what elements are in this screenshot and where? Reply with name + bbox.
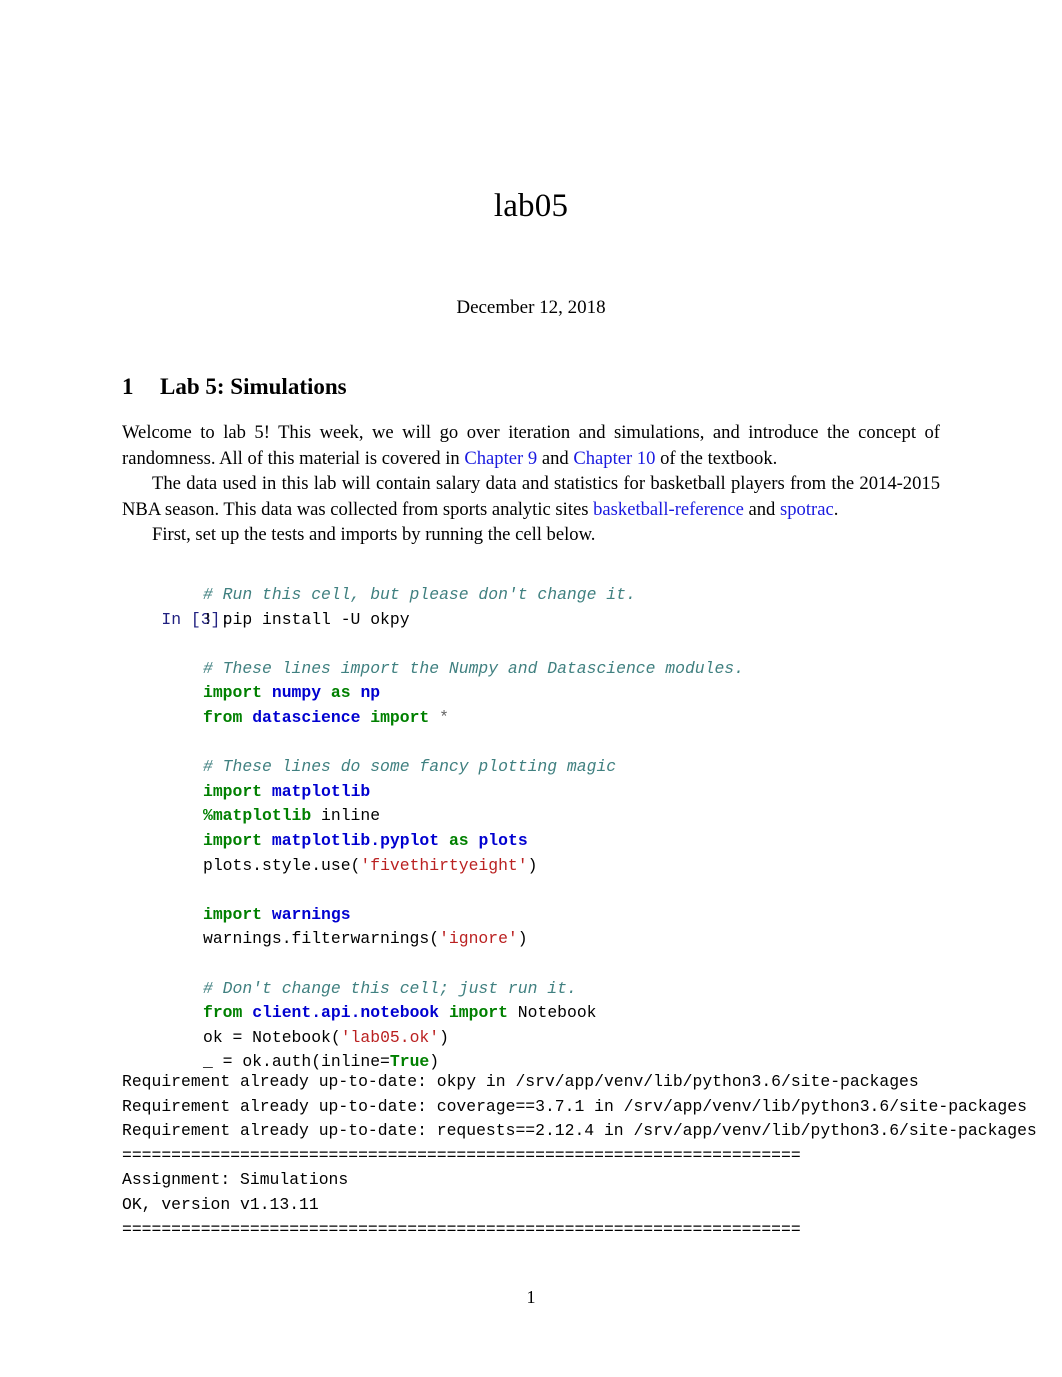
code-token-plain: ) xyxy=(429,1052,440,1072)
link-spotrac[interactable]: spotrac xyxy=(780,499,834,520)
document-date: December 12, 2018 xyxy=(456,297,606,318)
code-token-plain: ) xyxy=(517,929,528,949)
code-line: %matplotlib inline xyxy=(203,804,744,829)
output-line: Assignment: Simulations xyxy=(122,1170,349,1190)
paragraph-data-description: The data used in this lab will contain s… xyxy=(122,471,940,522)
output-line: OK, version v1.13.11 xyxy=(122,1194,319,1214)
output-line: Requirement already up-to-date: coverage… xyxy=(122,1096,1027,1116)
code-cell-output: Requirement already up-to-date: okpy in … xyxy=(122,1070,1062,1242)
code-token-plain: _ = ok.auth(inline= xyxy=(203,1052,390,1072)
code-token-plain: Notebook xyxy=(507,1003,597,1023)
code-token-mod: matplotlib.pyplot xyxy=(271,830,440,850)
code-line: # These lines import the Numpy and Datas… xyxy=(203,657,744,682)
code-token-comment: # These lines do some fancy plotting mag… xyxy=(203,757,617,777)
code-token-kw: import xyxy=(370,707,430,727)
code-token-comment: # These lines import the Numpy and Datas… xyxy=(203,658,744,678)
code-token-str: 'fivethirtyeight' xyxy=(360,855,528,875)
paragraph-data-text-b: and xyxy=(743,498,780,520)
output-line: ========================================… xyxy=(122,1145,801,1165)
code-token-kw: import xyxy=(203,781,263,801)
section-heading: 1 Lab 5: Simulations xyxy=(122,372,347,402)
code-token-kw: import xyxy=(203,904,263,924)
code-token-plain: ) xyxy=(439,1027,449,1047)
code-line: # Run this cell, but please don't change… xyxy=(203,583,744,608)
code-token-mod: np xyxy=(360,683,381,703)
code-line: from datascience import * xyxy=(203,706,744,731)
code-line: # Don't change this cell; just run it. xyxy=(203,977,744,1002)
code-token-comment: # Don't change this cell; just run it. xyxy=(203,978,577,998)
code-token-kw: %matplotlib xyxy=(203,806,312,826)
code-token-mod: warnings xyxy=(271,904,351,924)
code-line: ! pip install -U okpy xyxy=(203,608,744,633)
code-token-kw: from xyxy=(203,707,243,727)
code-token-plain: inline xyxy=(311,806,381,826)
code-token-plain: ok = Notebook( xyxy=(203,1027,341,1047)
code-token-kw: import xyxy=(448,1003,508,1023)
section-title: Lab 5: Simulations xyxy=(160,374,347,399)
code-line: warnings.filterwarnings('ignore') xyxy=(203,927,744,952)
code-token-plain: warnings.filterwarnings( xyxy=(203,929,440,949)
code-line: from client.api.notebook import Notebook xyxy=(203,1001,744,1026)
output-line: ========================================… xyxy=(122,1219,801,1239)
code-token-mod: numpy xyxy=(271,683,322,703)
code-line: import warnings xyxy=(203,903,744,928)
code-token-mod: matplotlib xyxy=(271,781,371,801)
paragraph-data-text-c: . xyxy=(833,498,839,520)
section-number: 1 xyxy=(122,374,134,399)
code-token-kw: import xyxy=(203,683,263,703)
code-token-const: True xyxy=(389,1052,430,1072)
code-token-mod: client.api.notebook xyxy=(252,1003,440,1023)
code-line: ok = Notebook('lab05.ok') xyxy=(203,1026,744,1051)
code-token-mod: plots xyxy=(478,830,528,850)
code-token-op: * xyxy=(439,707,449,727)
code-cell-source[interactable]: # Run this cell, but please don't change… xyxy=(203,583,744,1075)
link-chapter-9[interactable]: Chapter 9 xyxy=(464,448,537,469)
code-token-kw: as xyxy=(448,830,469,850)
link-chapter-10[interactable]: Chapter 10 xyxy=(573,448,655,469)
code-token-plain: ) xyxy=(527,855,538,875)
paragraph-welcome: Welcome to lab 5! This week, we will go … xyxy=(122,420,940,471)
code-token-str: 'ignore' xyxy=(439,929,518,949)
document-title: lab05 xyxy=(493,188,569,224)
code-token-plain: ! pip install -U okpy xyxy=(203,609,410,629)
code-line: import matplotlib xyxy=(203,780,744,805)
page-number: 1 xyxy=(526,1287,536,1307)
code-line: import numpy as np xyxy=(203,681,744,706)
code-line: plots.style.use('fivethirtyeight') xyxy=(203,854,744,879)
link-basketball-reference[interactable]: basketball-reference xyxy=(593,499,744,520)
code-token-plain: plots.style.use( xyxy=(203,855,361,875)
output-line: Requirement already up-to-date: okpy in … xyxy=(122,1072,919,1091)
code-token-kw: as xyxy=(330,683,351,703)
paragraph-welcome-text-c: of the textbook. xyxy=(655,447,778,469)
code-token-str: 'lab05.ok' xyxy=(340,1027,440,1047)
code-token-comment: # Run this cell, but please don't change… xyxy=(203,585,636,604)
output-line: Requirement already up-to-date: requests… xyxy=(122,1121,1037,1141)
code-token-kw: from xyxy=(203,1003,243,1023)
code-line: # These lines do some fancy plotting mag… xyxy=(203,755,744,780)
code-token-mod: datascience xyxy=(252,707,361,727)
paragraph-welcome-text-b: and xyxy=(537,447,574,469)
document-page: lab05 December 12, 2018 1 Lab 5: Simulati… xyxy=(0,0,1062,1377)
paragraph-setup-instruction: First, set up the tests and imports by r… xyxy=(152,524,596,546)
code-line: import matplotlib.pyplot as plots xyxy=(203,829,744,854)
code-token-kw: import xyxy=(203,830,263,850)
intro-text-block: Welcome to lab 5! This week, we will go … xyxy=(122,420,940,548)
